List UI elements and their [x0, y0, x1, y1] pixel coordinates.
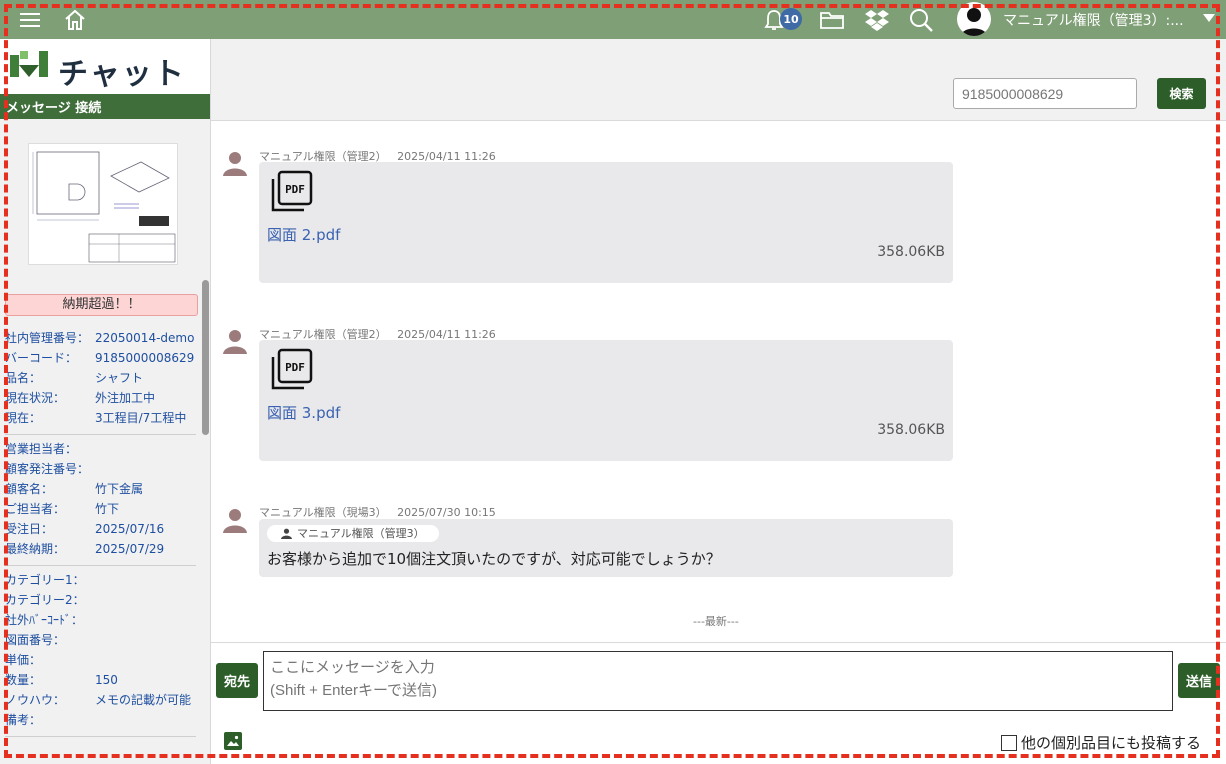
info-row: 受注日： 2025/07/16 [5, 522, 165, 536]
message-bubble: マニュアル権限（管理3） お客様から追加で10個注文頂いたのですが、対応可能でし… [259, 519, 953, 577]
recipient-button[interactable]: 宛先 [216, 663, 258, 698]
info-group-customer: 営業担当者： 顧客発注番号： 顧客名： 竹下金属 ご担当者： 竹下 受注日： 2025… [5, 439, 200, 559]
mention-chip: マニュアル権限（管理3） [267, 525, 439, 542]
info-row: 営業担当者： [5, 442, 78, 456]
info-row: 単価： [5, 653, 42, 667]
checkbox-box[interactable] [1001, 734, 1017, 751]
message-bubble: PDF 図面 3.pdf 358.06KB [259, 340, 953, 461]
info-row: カテゴリー2： [5, 593, 85, 607]
hamburger-menu-icon[interactable] [16, 6, 44, 34]
post-other-items-checkbox[interactable]: 他の個別品目にも投稿する [1001, 732, 1201, 753]
info-group-extra: カテゴリー1： カテゴリー2： 社外ﾊﾞｰｺｰﾄﾞ： 図面番号： 単価： 数量：… [5, 570, 200, 730]
file-size: 358.06KB [877, 244, 945, 260]
info-row: 図面番号： [5, 633, 66, 647]
svg-text:PDF: PDF [285, 183, 305, 196]
pdf-file-icon[interactable]: PDF [271, 348, 313, 390]
logo-area: チャット [0, 39, 210, 94]
chevron-down-icon[interactable] [1203, 14, 1215, 22]
user-name[interactable]: マニュアル権限（管理3）:... [1003, 10, 1184, 30]
info-row: 現在状況： 外注加工中 [5, 391, 156, 405]
info-row: 備考： [5, 713, 42, 727]
svg-text:PDF: PDF [285, 361, 305, 374]
search-icon[interactable] [907, 6, 935, 34]
info-row: バーコード： 9185000008629 [5, 351, 195, 365]
dropbox-icon[interactable] [863, 6, 891, 34]
app-logo-icon [10, 51, 48, 77]
info-row: 現在： 3工程目/7工程中 [5, 411, 187, 425]
send-button[interactable]: 送信 [1178, 663, 1220, 698]
message-text: お客様から追加で10個注文頂いたのですが、対応可能でしょうか？ [267, 550, 721, 568]
message-input[interactable] [263, 651, 1173, 711]
message-bubble: PDF 図面 2.pdf 358.06KB [259, 162, 953, 283]
home-icon[interactable] [61, 6, 89, 34]
message-meta: マニュアル権限（現場3） 2025/07/30 10:15 [259, 504, 496, 520]
latest-marker: ---最新--- [693, 615, 739, 628]
overdue-badge: 納期超過！！ [5, 294, 198, 316]
image-upload-icon[interactable] [224, 732, 242, 750]
info-row: 社外ﾊﾞｰｺｰﾄﾞ： [5, 613, 84, 627]
info-group-basic: 社内管理番号： 22050014-demo バーコード： 9185000008629… [5, 328, 200, 428]
user-avatar-icon [223, 152, 247, 176]
divider [5, 434, 196, 435]
message-timestamp: 2025/07/30 10:15 [397, 506, 496, 519]
info-row: 品名： シャフト [5, 371, 144, 385]
pdf-file-icon[interactable]: PDF [271, 170, 313, 212]
person-icon [281, 528, 292, 539]
info-row: 顧客名： 竹下金属 [5, 482, 144, 496]
sidebar-scrollbar[interactable] [202, 280, 209, 435]
divider [5, 736, 196, 737]
info-row: カテゴリー1： [5, 573, 85, 587]
message-connect-tabs[interactable]: メッセージ 接続 [0, 94, 210, 119]
file-link[interactable]: 図面 3.pdf [267, 402, 340, 423]
divider [5, 565, 196, 566]
info-row: ご担当者： 竹下 [5, 502, 120, 516]
file-size: 358.06KB [877, 422, 945, 438]
notification-badge: 10 [780, 8, 802, 30]
info-row: 最終納期： 2025/07/29 [5, 542, 165, 556]
sidebar: チャット メッセージ 接続 納期超過！！ 社内管理番号： 22050014-dem… [0, 39, 211, 764]
message-author: マニュアル権限（現場3） [259, 506, 387, 519]
drawing-thumbnail[interactable] [28, 143, 178, 265]
info-row: 顧客発注番号： [5, 462, 90, 476]
user-avatar-icon [223, 509, 247, 533]
file-link[interactable]: 図面 2.pdf [267, 224, 340, 245]
folder-icon[interactable] [818, 6, 846, 34]
search-input[interactable] [953, 78, 1137, 109]
info-row: 数量： 150 [5, 673, 118, 687]
app-title: チャット [58, 57, 186, 92]
info-row: 社内管理番号： 22050014-demo [5, 331, 195, 345]
user-avatar[interactable] [957, 2, 991, 36]
search-button[interactable]: 検索 [1157, 78, 1206, 109]
top-bar: 10 マニュアル権限（管理3）:... [0, 0, 1226, 39]
info-row: ノウハウ： メモの記載が可能 [5, 693, 192, 707]
user-avatar-icon [223, 330, 247, 354]
